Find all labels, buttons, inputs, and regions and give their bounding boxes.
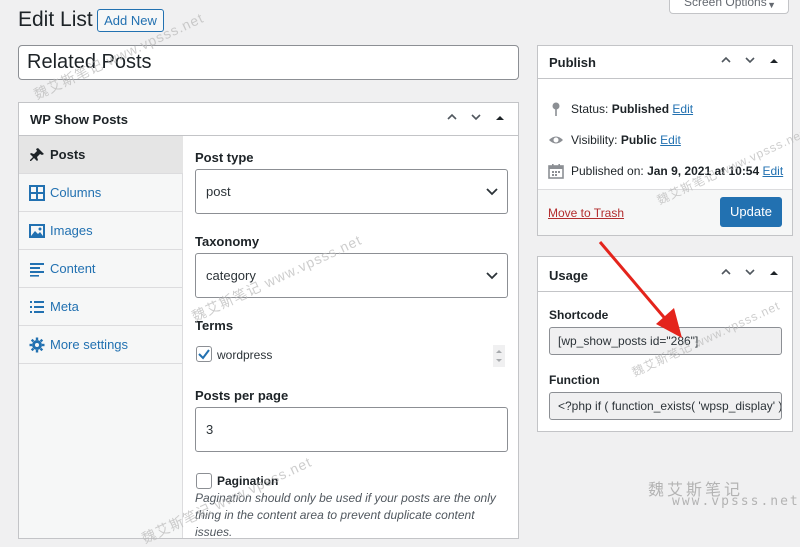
tab-columns[interactable]: Columns bbox=[19, 174, 183, 212]
edit-status-link[interactable]: Edit bbox=[672, 102, 693, 116]
tab-more-settings[interactable]: More settings bbox=[19, 326, 183, 364]
pagination-checkbox[interactable] bbox=[196, 473, 212, 489]
post-type-label: Post type bbox=[195, 150, 254, 165]
terms-scrollbar[interactable] bbox=[493, 345, 505, 367]
checkmark-icon bbox=[198, 349, 210, 360]
move-down-icon[interactable] bbox=[738, 264, 762, 284]
term-checkbox[interactable] bbox=[196, 346, 212, 362]
watermark-url: www.vpsss.net bbox=[672, 494, 800, 509]
tab-label: Posts bbox=[50, 147, 86, 162]
pin-icon bbox=[30, 148, 44, 161]
toggle-panel-icon[interactable] bbox=[762, 52, 786, 72]
function-label: Function bbox=[549, 373, 600, 387]
postbox-title: Publish bbox=[549, 55, 596, 70]
tab-label: Images bbox=[50, 223, 93, 238]
columns-icon bbox=[29, 185, 45, 201]
chevron-down-icon bbox=[486, 188, 498, 196]
post-type-select[interactable]: post bbox=[195, 169, 508, 214]
tab-label: Meta bbox=[50, 299, 79, 314]
status-label: Status: bbox=[571, 102, 609, 116]
posts-per-page-label: Posts per page bbox=[195, 388, 289, 403]
function-field[interactable]: <?php if ( function_exists( 'wpsp_displa… bbox=[549, 392, 782, 420]
taxonomy-label: Taxonomy bbox=[195, 234, 260, 249]
calendar-icon bbox=[548, 164, 564, 179]
status-value: Published bbox=[611, 102, 670, 116]
edit-visibility-link[interactable]: Edit bbox=[660, 133, 681, 147]
annotation-arrow bbox=[598, 241, 682, 338]
gear-icon bbox=[29, 337, 45, 353]
toggle-panel-icon[interactable] bbox=[762, 264, 786, 284]
tab-label: Content bbox=[50, 261, 96, 276]
caret-down-icon: ▼ bbox=[767, 0, 776, 10]
screen-options-label: Screen Options bbox=[684, 0, 767, 9]
page-title: Edit List bbox=[18, 8, 93, 31]
tab-meta[interactable]: Meta bbox=[19, 288, 183, 326]
postbox-title: WP Show Posts bbox=[30, 112, 128, 127]
publish-box: Publish Status: Published Edit Visibilit… bbox=[537, 45, 793, 236]
edit-date-link[interactable]: Edit bbox=[763, 164, 784, 178]
align-left-icon bbox=[30, 263, 44, 277]
toggle-panel-icon[interactable] bbox=[488, 109, 512, 129]
settings-tabs: Posts Columns Images Content Meta More s… bbox=[19, 136, 183, 538]
posts-per-page-input[interactable]: 3 bbox=[195, 407, 508, 452]
tab-posts[interactable]: Posts bbox=[19, 136, 183, 174]
visibility-value: Public bbox=[620, 133, 657, 147]
image-icon bbox=[29, 224, 45, 238]
visibility-label: Visibility: bbox=[571, 133, 618, 147]
move-down-icon[interactable] bbox=[464, 109, 488, 129]
postbox-header: WP Show Posts bbox=[19, 103, 518, 136]
move-up-icon[interactable] bbox=[440, 109, 464, 129]
select-value: post bbox=[206, 184, 231, 199]
postbox-header: Publish bbox=[538, 46, 792, 79]
screen-options-button[interactable]: Screen Options ▼ bbox=[669, 0, 789, 14]
move-down-icon[interactable] bbox=[738, 52, 762, 72]
pin-icon bbox=[552, 102, 560, 116]
eye-icon bbox=[549, 136, 563, 144]
tab-label: More settings bbox=[50, 337, 129, 352]
list-icon bbox=[30, 301, 44, 313]
tab-content[interactable]: Content bbox=[19, 250, 183, 288]
chevron-down-icon bbox=[486, 272, 498, 280]
postbox-title: Usage bbox=[549, 268, 589, 283]
term-item-label: wordpress bbox=[217, 348, 273, 362]
tab-images[interactable]: Images bbox=[19, 212, 183, 250]
published-label: Published on: bbox=[571, 164, 644, 178]
move-up-icon[interactable] bbox=[714, 52, 738, 72]
update-button[interactable]: Update bbox=[720, 197, 782, 227]
input-value: 3 bbox=[206, 422, 214, 437]
move-up-icon[interactable] bbox=[714, 264, 738, 284]
tab-label: Columns bbox=[50, 185, 102, 200]
move-to-trash-link[interactable]: Move to Trash bbox=[548, 206, 624, 220]
